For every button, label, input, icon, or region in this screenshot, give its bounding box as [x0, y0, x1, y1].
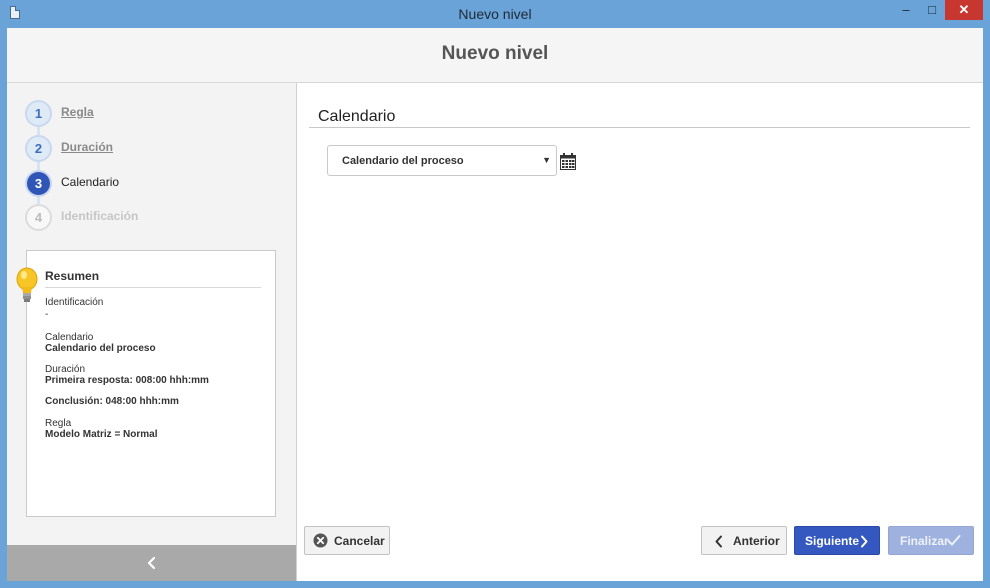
previous-button[interactable]: Anterior	[701, 526, 787, 555]
step-calendario: 3 Calendario	[25, 170, 265, 197]
finish-button[interactable]: Finalizar	[888, 526, 974, 555]
app-window: Nuevo nivel – □ ✕ Nuevo nivel 1 Regla 2 …	[0, 0, 990, 588]
step-number: 1	[25, 100, 52, 127]
cancel-icon	[313, 533, 328, 548]
summary-title: Resumen	[45, 269, 100, 283]
summary-panel: Resumen Identificación - Calendario Cale…	[16, 250, 276, 517]
window-title: Nuevo nivel	[458, 6, 532, 22]
check-icon	[947, 535, 961, 546]
summary-duracion-label: Duración	[45, 364, 86, 375]
summary-duracion-primera: Primeira resposta: 008:00 hhh:mm	[45, 375, 209, 386]
next-label: Siguiente	[805, 534, 860, 548]
finish-label: Finalizar	[900, 534, 949, 548]
next-button[interactable]: Siguiente	[794, 526, 880, 555]
summary-duracion-conclusion: Conclusión: 048:00 hhh:mm	[45, 396, 179, 407]
step-label: Calendario	[61, 175, 120, 189]
step-regla[interactable]: 1 Regla	[25, 100, 265, 127]
summary-calendario-label: Calendario	[45, 332, 94, 343]
step-number: 2	[25, 135, 52, 162]
calendar-select-value: Calendario del proceso	[342, 155, 464, 167]
title-bar: Nuevo nivel – □ ✕	[0, 0, 990, 28]
chevron-right-icon	[861, 535, 868, 548]
minimize-button[interactable]: –	[893, 0, 919, 20]
step-number: 3	[25, 170, 52, 197]
chevron-left-icon	[147, 556, 156, 570]
step-identificacion: 4 Identificación	[25, 204, 265, 231]
chevron-down-icon: ▼	[542, 155, 551, 165]
cancel-button[interactable]: Cancelar	[304, 526, 390, 555]
step-duracion[interactable]: 2 Duración	[25, 135, 265, 162]
summary-identificacion-label: Identificación	[45, 297, 104, 308]
step-number: 4	[25, 204, 52, 231]
calendar-icon[interactable]	[560, 153, 576, 170]
cancel-label: Cancelar	[334, 534, 385, 548]
collapse-sidebar-button[interactable]	[7, 545, 296, 581]
chevron-left-icon	[715, 535, 722, 548]
wizard-sidebar: 1 Regla 2 Duración 3 Calendario 4 Identi…	[7, 83, 297, 581]
lightbulb-icon	[16, 267, 38, 302]
section-divider	[309, 127, 970, 128]
main-content: Calendario Calendario del proceso ▼ Canc…	[297, 83, 983, 581]
close-button[interactable]: ✕	[945, 0, 983, 20]
step-label[interactable]: Regla	[61, 105, 94, 119]
section-title: Calendario	[318, 108, 396, 125]
previous-label: Anterior	[733, 534, 780, 548]
maximize-button[interactable]: □	[919, 0, 945, 20]
step-label[interactable]: Duración	[61, 140, 113, 154]
summary-divider	[45, 287, 261, 288]
summary-regla-value: Modelo Matriz = Normal	[45, 429, 158, 440]
page-title: Nuevo nivel	[441, 43, 549, 64]
summary-regla-label: Regla	[45, 418, 72, 429]
step-label: Identificación	[61, 209, 139, 223]
summary-identificacion-value: -	[45, 309, 49, 320]
summary-calendario-value: Calendario del proceso	[45, 343, 156, 354]
calendar-select[interactable]: Calendario del proceso ▼	[327, 145, 557, 176]
dialog-header: Nuevo nivel	[7, 28, 983, 83]
wizard-steps: 1 Regla 2 Duración 3 Calendario 4 Identi…	[25, 100, 285, 240]
dialog-client: Nuevo nivel 1 Regla 2 Duración 3 Calenda…	[7, 28, 983, 581]
